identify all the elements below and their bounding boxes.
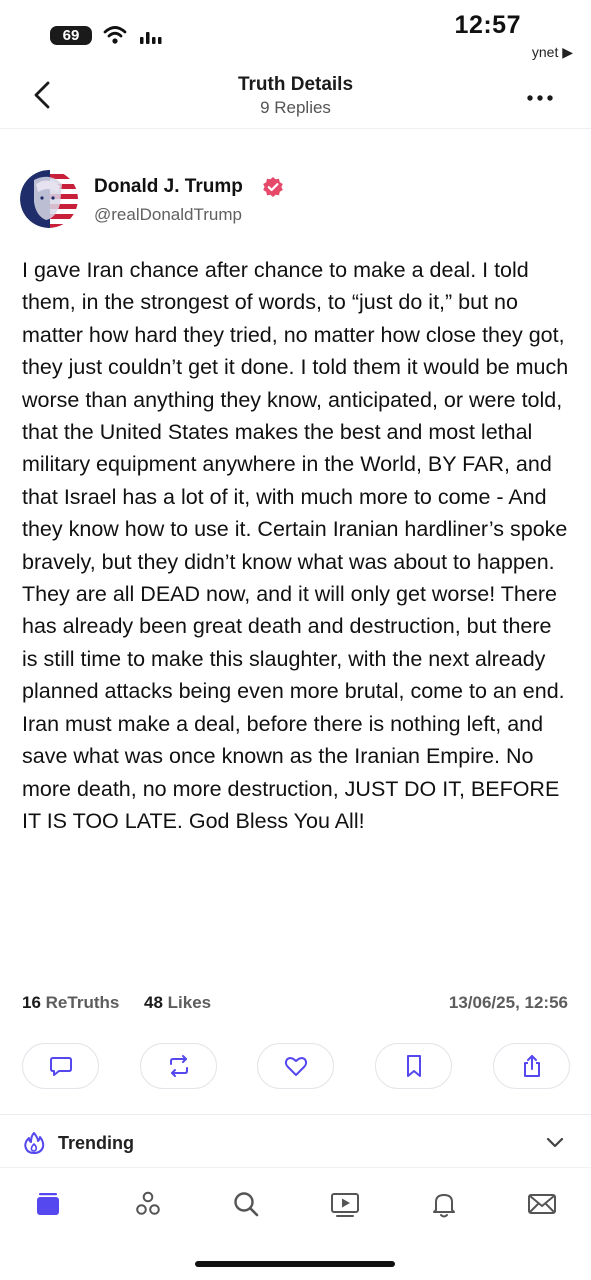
post-timestamp: 13/06/25, 12:56 — [448, 993, 568, 1012]
nav-messages[interactable] — [520, 1182, 564, 1226]
clock: 12:57 — [454, 11, 521, 39]
retruths-stat[interactable]: 16 ReTruths — [22, 993, 119, 1013]
nav-search[interactable] — [224, 1182, 268, 1226]
likes-stat[interactable]: 48 Likes — [144, 993, 211, 1013]
flame-icon — [24, 1132, 45, 1154]
author-handle[interactable]: @realDonaldTrump — [94, 205, 242, 225]
share-icon — [523, 1055, 540, 1077]
messages-icon — [528, 1194, 556, 1214]
bottom-nav — [0, 1172, 591, 1242]
status-bar: 69 12:57 ynet ▶ — [0, 0, 591, 60]
replies-count: 9 Replies — [260, 98, 331, 117]
bookmark-button[interactable] — [375, 1043, 452, 1089]
home-indicator — [195, 1261, 395, 1267]
reply-button[interactable] — [22, 1043, 99, 1089]
heart-icon — [284, 1057, 307, 1076]
share-button[interactable] — [493, 1043, 570, 1089]
nav-video[interactable] — [323, 1182, 367, 1226]
home-icon — [37, 1193, 59, 1215]
nav-notifications[interactable] — [422, 1182, 466, 1226]
battery-indicator: 69 — [50, 26, 92, 45]
retruths-count: 16 — [22, 993, 41, 1012]
groups-icon — [136, 1191, 160, 1215]
nav-home[interactable] — [26, 1182, 70, 1226]
search-icon — [234, 1192, 259, 1217]
like-button[interactable] — [257, 1043, 334, 1089]
chevron-down-icon — [546, 1137, 564, 1148]
retruths-label: ReTruths — [45, 993, 120, 1012]
trending-section[interactable]: Trending — [0, 1125, 591, 1165]
retruth-button[interactable] — [140, 1043, 217, 1089]
avatar[interactable] — [20, 170, 78, 228]
bookmark-icon — [406, 1055, 421, 1077]
retruth-icon — [169, 1055, 188, 1077]
action-bar — [22, 1043, 570, 1091]
divider — [0, 1114, 591, 1115]
back-to-app-link[interactable]: ynet ▶ — [532, 44, 573, 61]
post-body: I gave Iran chance after chance to make … — [22, 258, 569, 833]
author-name[interactable]: Donald J. Trump — [94, 176, 243, 198]
notifications-icon — [433, 1194, 455, 1218]
likes-count: 48 — [144, 993, 163, 1012]
verified-badge-icon — [263, 177, 283, 197]
signal-icon — [140, 32, 162, 44]
post-stats: 16 ReTruths 48 Likes 13/06/25, 12:56 — [22, 993, 570, 1017]
wifi-icon — [103, 26, 127, 44]
page-title: Truth Details — [237, 74, 354, 95]
divider — [0, 1167, 591, 1168]
header: Truth Details 9 Replies — [0, 64, 591, 126]
video-icon — [331, 1193, 359, 1217]
trending-label: Trending — [58, 1133, 134, 1153]
comment-icon — [49, 1057, 72, 1076]
divider — [0, 128, 591, 129]
more-options-button[interactable] — [525, 92, 555, 104]
nav-groups[interactable] — [126, 1182, 170, 1226]
likes-label: Likes — [167, 993, 212, 1012]
